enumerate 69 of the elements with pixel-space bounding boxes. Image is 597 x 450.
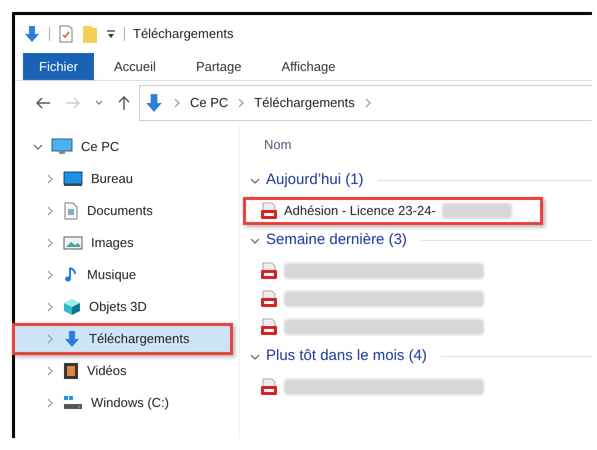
back-arrow-icon[interactable]	[35, 96, 51, 110]
tree-item-label: Documents	[87, 202, 153, 220]
folder-icon[interactable]	[82, 24, 98, 44]
group-header[interactable]: Semaine dernière (3)	[266, 229, 407, 252]
pdf-file-icon	[260, 378, 278, 396]
checklist-icon[interactable]	[58, 25, 74, 43]
caret-icon[interactable]	[95, 99, 103, 107]
group-header[interactable]: Plus tôt dans le mois (4)	[266, 345, 427, 368]
expand-chevron-icon[interactable]	[45, 366, 55, 376]
pdf-file-icon	[260, 202, 278, 220]
pdf-file-icon	[260, 262, 278, 280]
download-arrow-icon	[23, 25, 41, 43]
window-title: Téléchargements	[133, 25, 234, 44]
tree-item-label: Objets 3D	[89, 298, 147, 316]
breadcrumb-item[interactable]: Ce PC	[190, 93, 228, 113]
tree-item-label: Vidéos	[87, 362, 127, 380]
tree-item-label: Téléchargements	[89, 330, 190, 348]
tree-item-label: Images	[91, 234, 134, 252]
download-arrow-icon	[144, 93, 164, 113]
expand-chevron-icon[interactable]	[45, 206, 55, 216]
image-icon	[63, 235, 83, 251]
pdf-file-icon	[260, 290, 278, 308]
tree-item[interactable]: Ce PC	[81, 137, 120, 157]
tree-item-label: Bureau	[91, 170, 133, 188]
expand-chevron-icon[interactable]	[250, 176, 260, 186]
expand-chevron-icon[interactable]	[250, 352, 260, 362]
address-bar[interactable]: Ce PC Téléchargements	[139, 85, 592, 121]
document-icon	[63, 202, 79, 220]
tree-item[interactable]: Windows (C:)	[15, 387, 233, 419]
expand-chevron-icon[interactable]	[33, 142, 43, 152]
file-row[interactable]: Adhésion - Licence 23-24-	[243, 196, 543, 224]
tree-item[interactable]: Documents	[15, 195, 233, 227]
cube-icon	[63, 298, 81, 316]
ribbon-tab[interactable]: Fichier	[23, 53, 94, 80]
tree-item-label: Musique	[87, 266, 136, 284]
download-arrow-icon	[63, 330, 81, 348]
dropdown-icon[interactable]	[106, 29, 116, 39]
expand-chevron-icon[interactable]	[45, 238, 55, 248]
music-note-icon	[63, 266, 79, 284]
file-name: Adhésion - Licence 23-24-	[284, 202, 436, 220]
tree-item[interactable]: Vidéos	[15, 355, 233, 387]
ribbon-tab[interactable]: Affichage	[261, 53, 356, 80]
tree-item[interactable]: Bureau	[15, 163, 233, 195]
expand-chevron-icon[interactable]	[45, 174, 55, 184]
expand-chevron-icon[interactable]	[45, 302, 55, 312]
film-icon	[63, 362, 79, 380]
ribbon-tab[interactable]: Accueil	[94, 53, 176, 80]
column-header[interactable]: Nom	[246, 125, 592, 164]
expand-chevron-icon[interactable]	[250, 236, 260, 246]
pdf-file-icon	[260, 318, 278, 336]
group-header[interactable]: Aujourd’hui (1)	[266, 169, 364, 192]
tree-item[interactable]: Téléchargements	[12, 323, 233, 355]
tree-item-label: Windows (C:)	[91, 394, 170, 412]
monitor-icon	[63, 171, 83, 187]
up-arrow-icon[interactable]	[117, 95, 131, 111]
monitor-icon	[51, 138, 73, 156]
breadcrumb-chevron-icon[interactable]	[362, 98, 373, 108]
expand-chevron-icon[interactable]	[45, 270, 55, 280]
expand-chevron-icon[interactable]	[45, 398, 55, 408]
breadcrumb-item[interactable]: Téléchargements	[254, 93, 355, 113]
breadcrumb-chevron-icon[interactable]	[236, 98, 246, 108]
ribbon-tab[interactable]: Partage	[176, 53, 262, 80]
tree-item[interactable]: Objets 3D	[15, 291, 233, 323]
forward-arrow-icon[interactable]	[65, 96, 81, 110]
tree-item[interactable]: Images	[15, 227, 233, 259]
blurred-name	[442, 202, 512, 218]
breadcrumb-chevron-icon[interactable]	[172, 98, 182, 108]
drive-icon	[63, 395, 83, 411]
tree-item[interactable]: Musique	[15, 259, 233, 291]
